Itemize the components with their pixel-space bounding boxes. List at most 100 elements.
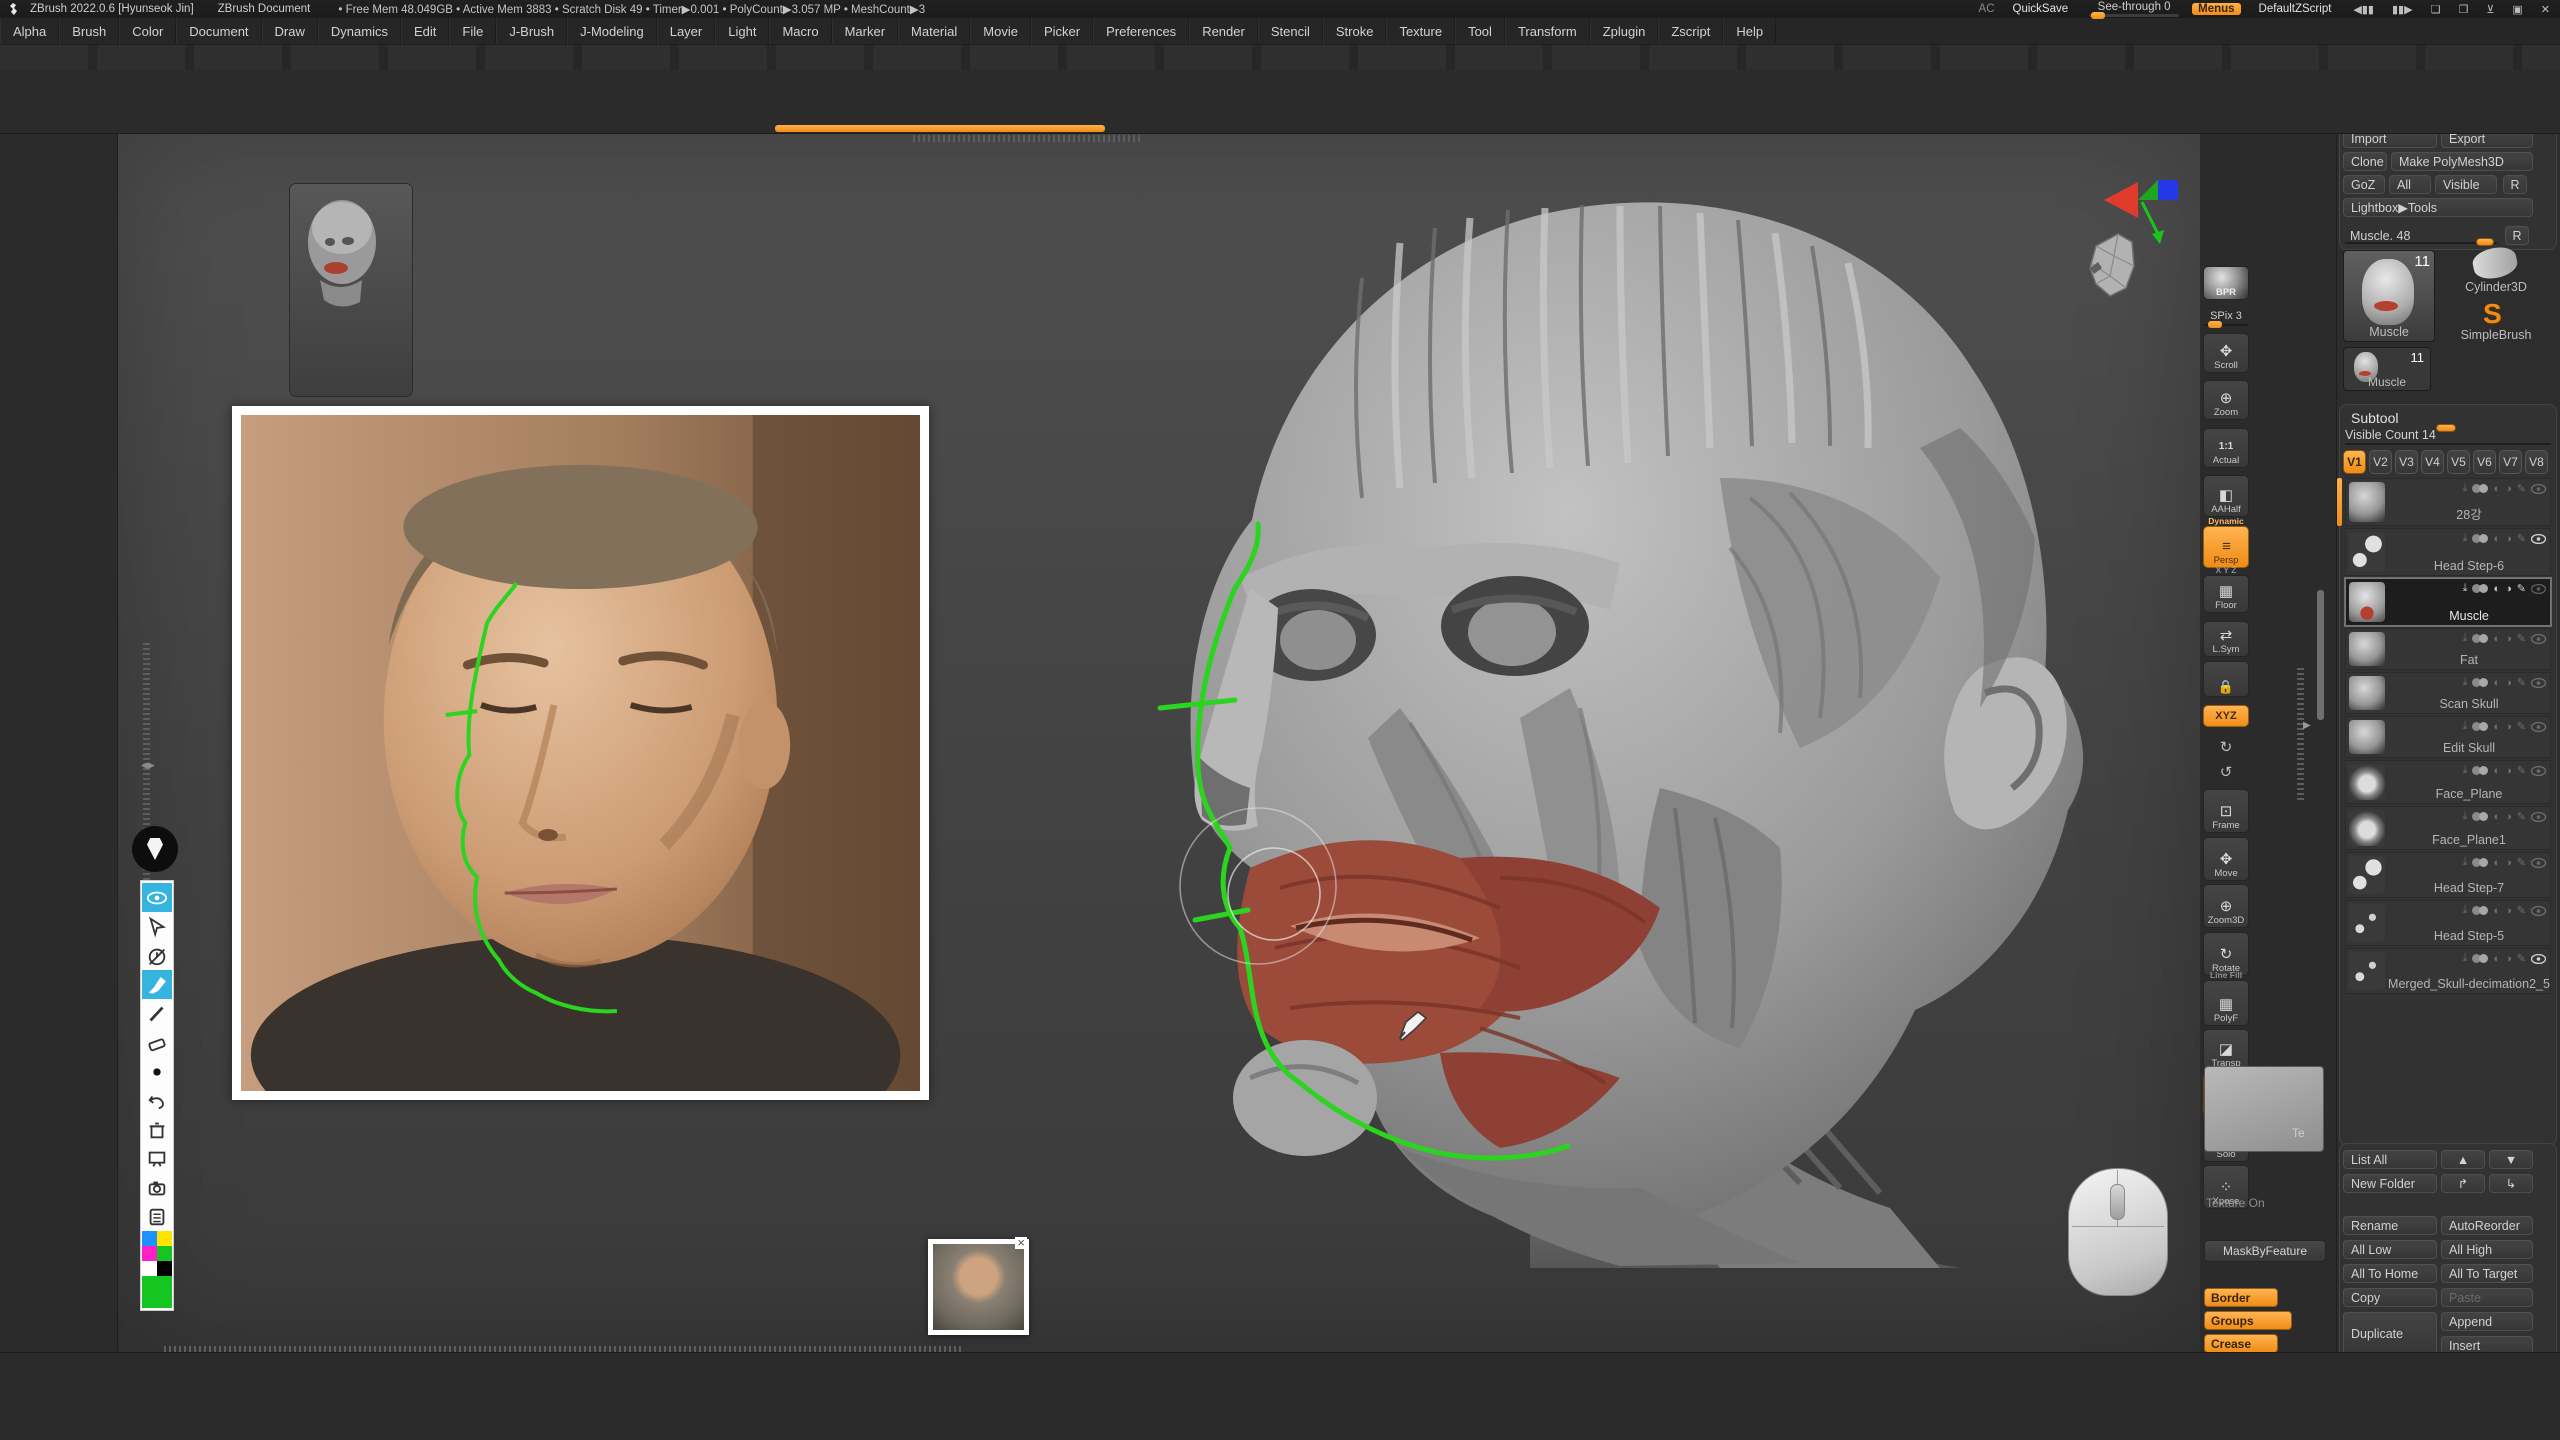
menu-item[interactable]: J-Brush [496, 18, 567, 44]
dot-icon[interactable] [142, 1057, 172, 1086]
undo-icon[interactable] [142, 1086, 172, 1115]
subtool-item[interactable]: ⤓ ◐ ◑ ✎ Face_Plane1 [2345, 806, 2551, 850]
shaded-icon[interactable]: ◐ [2493, 721, 2500, 733]
contrast-icon[interactable]: ◑ [2505, 483, 2512, 495]
reorder-icon[interactable]: ⤓ [2463, 482, 2468, 495]
notes-icon[interactable] [142, 1202, 172, 1231]
subtool-version-tab[interactable]: V3 [2395, 450, 2418, 474]
menu-item[interactable]: Tool [1455, 18, 1505, 44]
menu-item[interactable]: Zscript [1658, 18, 1723, 44]
contrast-icon[interactable]: ◑ [2505, 811, 2512, 823]
menu-item[interactable]: Picker [1031, 18, 1093, 44]
menu-item[interactable]: Marker [832, 18, 898, 44]
reorder-icon[interactable]: ⤓ [2463, 810, 2468, 823]
annotation-pen-badge[interactable] [132, 826, 178, 872]
subtool-scroll-indicator[interactable] [2337, 478, 2342, 526]
shaded-icon[interactable]: ◐ [2493, 857, 2500, 869]
subtool-action-button[interactable]: All Low [2343, 1240, 2437, 1259]
subtool-item[interactable]: ⤓ ◐ ◑ ✎ Head Step-6 [2345, 528, 2551, 576]
subtool-action-button[interactable]: Duplicate [2343, 1312, 2437, 1356]
visible-count-slider[interactable]: Visible Count 14 [2345, 428, 2551, 446]
close-icon[interactable]: ✕ [2537, 3, 2554, 16]
subtool-version-tab[interactable]: V6 [2473, 450, 2496, 474]
subtool-version-tab[interactable]: V5 [2447, 450, 2470, 474]
shaded-icon[interactable]: ◐ [2493, 533, 2500, 545]
menu-item[interactable]: Zplugin [1590, 18, 1659, 44]
crease-button[interactable]: Crease [2204, 1334, 2278, 1353]
see-through-slider[interactable]: See-through 0 [2086, 1, 2182, 17]
subtool-item[interactable]: ⤓ ◐ ◑ ✎ Edit Skull [2345, 716, 2551, 758]
document-canvas[interactable]: × [118, 134, 2200, 1352]
simplebrush-tool[interactable]: S SimpleBrush [2439, 300, 2553, 342]
subtool-item[interactable]: ⤓ ◐ ◑ ✎ 28강 [2345, 478, 2551, 526]
contrast-icon[interactable]: ◑ [2505, 583, 2512, 595]
tool-panel-button[interactable]: R [2505, 226, 2529, 245]
reorder-icon[interactable]: ⤓ [2463, 676, 2468, 689]
eye-icon[interactable] [142, 883, 172, 912]
subtool-action-button[interactable]: All To Target [2441, 1264, 2533, 1283]
subtool-version-tab[interactable]: V7 [2499, 450, 2522, 474]
contrast-icon[interactable]: ◑ [2505, 677, 2512, 689]
menu-item[interactable]: Stroke [1323, 18, 1387, 44]
reorder-icon[interactable]: ⤓ [2463, 856, 2468, 869]
quicksave-button[interactable]: QuickSave [2005, 3, 2077, 15]
subtool-action-button[interactable]: Append [2441, 1312, 2533, 1331]
pen-icon[interactable] [142, 999, 172, 1028]
recent-tool-thumbnail[interactable]: 11 Muscle [2343, 347, 2431, 391]
tool-panel-button[interactable]: All [2389, 175, 2431, 194]
brush-icon[interactable]: ✎ [2517, 856, 2526, 869]
canvas-right-scrollbar[interactable]: ▶ [2297, 665, 2304, 800]
reorder-icon[interactable]: ⤓ [2463, 582, 2468, 595]
menus-button[interactable]: Menus [2192, 3, 2240, 15]
brush-icon[interactable]: ✎ [2517, 582, 2526, 595]
menu-item[interactable]: Help [1723, 18, 1776, 44]
contrast-icon[interactable]: ◑ [2505, 953, 2512, 965]
menu-item[interactable]: File [449, 18, 496, 44]
contrast-icon[interactable]: ◑ [2505, 633, 2512, 645]
border-button[interactable]: Border [2204, 1288, 2278, 1307]
subtool-item[interactable]: ⤓ ◐ ◑ ✎ Face_Plane [2345, 760, 2551, 804]
highlighter-icon[interactable] [142, 970, 172, 999]
reorder-icon[interactable]: ⤓ [2463, 532, 2468, 545]
reorder-icon[interactable]: ⤓ [2463, 720, 2468, 733]
menu-item[interactable]: Render [1189, 18, 1258, 44]
eraser-icon[interactable] [142, 1028, 172, 1057]
subtool-action-button[interactable]: Rename [2343, 1216, 2437, 1235]
menu-item[interactable]: Brush [59, 18, 119, 44]
tool-panel-button[interactable]: Muscle. 48 [2343, 226, 2499, 245]
shaded-icon[interactable]: ◐ [2493, 953, 2500, 965]
divider-config-icon[interactable]: ❏ [2427, 3, 2445, 16]
menu-item[interactable]: Alpha [0, 18, 59, 44]
timer-off-icon[interactable] [142, 941, 172, 970]
shaded-icon[interactable]: ◐ [2493, 677, 2500, 689]
reorder-icon[interactable]: ⤓ [2463, 764, 2468, 777]
menu-item[interactable]: J-Modeling [567, 18, 657, 44]
subtool-action-button[interactable]: New Folder [2343, 1174, 2437, 1193]
minimize-icon[interactable]: ⊻ [2482, 3, 2498, 16]
tool-panel-button[interactable]: Visible [2435, 175, 2497, 194]
inset-close-icon[interactable]: × [1015, 1237, 1027, 1249]
visibility-eye-icon[interactable] [2531, 634, 2546, 644]
cursor-icon[interactable] [142, 912, 172, 941]
subtool-action-button[interactable]: Copy [2343, 1288, 2437, 1307]
screenshot-icon[interactable] [142, 1173, 172, 1202]
color-palette[interactable] [142, 1231, 172, 1261]
menu-item[interactable]: Transform [1505, 18, 1590, 44]
menu-item[interactable]: Light [715, 18, 769, 44]
contrast-icon[interactable]: ◑ [2505, 857, 2512, 869]
subtool-action-button[interactable]: AutoReorder [2441, 1216, 2533, 1235]
groups-button[interactable]: Groups [2204, 1311, 2292, 1330]
subtool-action-button[interactable]: Paste [2441, 1288, 2533, 1307]
menu-item[interactable]: Movie [970, 18, 1031, 44]
subtool-item[interactable]: ⤓ ◐ ◑ ✎ Head Step-5 [2345, 900, 2551, 946]
visibility-eye-icon[interactable] [2531, 812, 2546, 822]
default-zscript-button[interactable]: DefaultZScript [2251, 3, 2340, 15]
canvas-scroll-indicator[interactable] [775, 125, 1105, 132]
visibility-eye-icon[interactable] [2531, 484, 2546, 494]
subtool-action-button[interactable]: All To Home [2343, 1264, 2437, 1283]
subtool-action-button[interactable]: ▼ [2489, 1150, 2533, 1169]
subtool-item[interactable]: ⤓ ◐ ◑ ✎ Fat [2345, 628, 2551, 670]
texture-preview[interactable] [2204, 1066, 2324, 1152]
slider-handle[interactable] [2476, 238, 2494, 246]
shaded-icon[interactable]: ◐ [2493, 765, 2500, 777]
